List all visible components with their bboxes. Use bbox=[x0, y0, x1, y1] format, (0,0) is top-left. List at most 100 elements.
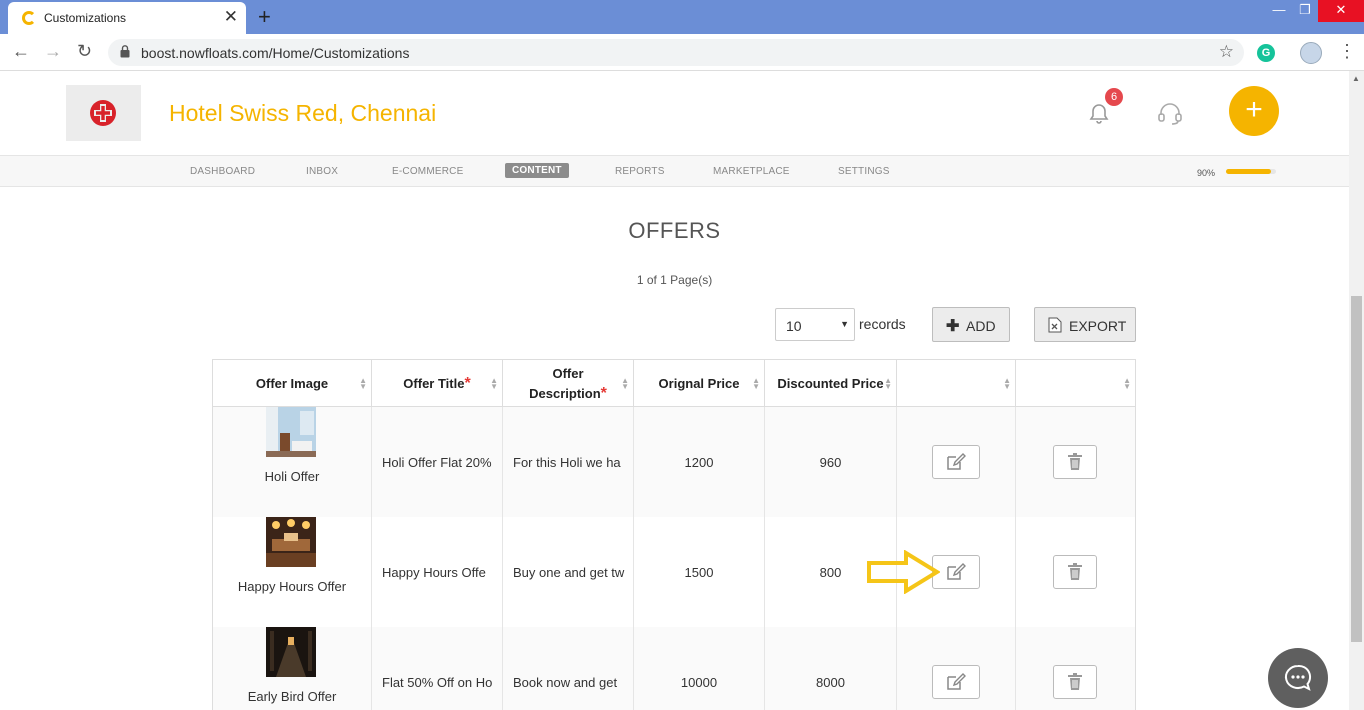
sort-icon: ▲ ▼ bbox=[752, 376, 760, 391]
url-field[interactable]: boost.nowfloats.com/Home/Customizations … bbox=[108, 39, 1244, 66]
browser-tab[interactable]: Customizations ✕ bbox=[8, 2, 246, 34]
trash-icon bbox=[1068, 673, 1082, 690]
page-scrollbar[interactable]: ▲ bbox=[1349, 71, 1364, 710]
bookmark-star-icon[interactable]: ☆ bbox=[1219, 42, 1234, 62]
sort-icon: ▲ ▼ bbox=[1123, 376, 1131, 391]
edit-icon bbox=[947, 563, 966, 580]
original-price-cell: 1500 bbox=[634, 517, 765, 627]
export-button[interactable]: EXPORT bbox=[1034, 307, 1136, 342]
records-per-page-select[interactable]: 10 ▼ bbox=[775, 308, 855, 341]
delete-cell bbox=[1016, 627, 1135, 710]
column-header-label: Orignal Price bbox=[658, 375, 740, 391]
plus-icon: ✚ bbox=[946, 318, 960, 335]
offer-thumbnail[interactable] bbox=[266, 517, 316, 567]
notification-badge: 6 bbox=[1105, 88, 1123, 106]
quick-add-button[interactable]: + bbox=[1229, 86, 1279, 136]
column-header-offer-title[interactable]: Offer Title* ▲ ▼ bbox=[372, 360, 503, 407]
nav-marketplace[interactable]: MARKETPLACE bbox=[713, 166, 790, 177]
original-price: 1500 bbox=[684, 565, 714, 580]
offer-title: Holi Offer Flat 20% bbox=[382, 455, 492, 470]
discounted-price-cell: 8000 bbox=[765, 627, 897, 710]
original-price-cell: 10000 bbox=[634, 627, 765, 710]
offers-table: Offer Image ▲ ▼ Offer Title* ▲ ▼ Offer Des… bbox=[212, 359, 1136, 710]
offer-title-cell: Holi Offer Flat 20% bbox=[372, 407, 503, 517]
offer-thumbnail[interactable] bbox=[266, 627, 316, 677]
scroll-up-icon[interactable]: ▲ bbox=[1352, 74, 1360, 83]
edit-button[interactable] bbox=[932, 445, 980, 479]
offer-image-cell: Holi Offer bbox=[213, 407, 372, 517]
browser-menu-icon[interactable]: ⋮ bbox=[1338, 41, 1356, 62]
nav-dashboard[interactable]: DASHBOARD bbox=[190, 166, 255, 177]
forward-icon[interactable]: → bbox=[44, 41, 62, 62]
column-header-edit[interactable]: ▲ ▼ bbox=[897, 360, 1016, 407]
nav-settings[interactable]: SETTINGS bbox=[838, 166, 890, 177]
delete-button[interactable] bbox=[1053, 445, 1097, 479]
edit-cell bbox=[897, 627, 1016, 710]
back-icon[interactable]: ← bbox=[12, 41, 30, 62]
nav-inbox[interactable]: INBOX bbox=[306, 166, 338, 177]
swiss-cross-logo-icon bbox=[90, 100, 116, 126]
chat-widget-button[interactable] bbox=[1268, 648, 1328, 708]
column-header-original-price[interactable]: Orignal Price ▲ ▼ bbox=[634, 360, 765, 407]
hotel-logo[interactable] bbox=[66, 85, 141, 141]
offer-description: Book now and get bbox=[513, 675, 618, 690]
pagination-info: 1 of 1 Page(s) bbox=[636, 273, 713, 287]
delete-button[interactable] bbox=[1053, 665, 1097, 699]
discounted-price: 960 bbox=[819, 455, 842, 470]
sort-icon: ▲ ▼ bbox=[621, 376, 629, 391]
window-close-icon[interactable]: ✕ bbox=[1318, 0, 1364, 22]
export-button-label: EXPORT bbox=[1069, 318, 1127, 334]
tab-title: Customizations bbox=[44, 11, 127, 25]
table-row: Happy Hours Offer Happy Hours Offe Buy o… bbox=[213, 517, 1135, 627]
new-tab-icon[interactable]: + bbox=[258, 4, 271, 30]
notification-bell-icon[interactable] bbox=[1087, 102, 1111, 126]
offer-title-cell: Happy Hours Offe bbox=[372, 517, 503, 627]
profile-avatar[interactable] bbox=[1300, 42, 1322, 64]
reload-icon[interactable]: ↻ bbox=[77, 41, 92, 62]
nav-reports[interactable]: REPORTS bbox=[615, 166, 665, 177]
restore-icon[interactable]: ❐ bbox=[1290, 0, 1320, 22]
add-offer-button[interactable]: ✚ ADD bbox=[932, 307, 1010, 342]
column-header-discounted-price[interactable]: Discounted Price ▲ ▼ bbox=[765, 360, 897, 407]
nav-content[interactable]: CONTENT bbox=[505, 163, 569, 178]
trash-icon bbox=[1068, 453, 1082, 470]
support-headset-icon[interactable] bbox=[1156, 100, 1184, 128]
profile-progress-fill bbox=[1226, 169, 1271, 174]
column-header-label: Offer Description bbox=[529, 365, 601, 401]
hotel-name: Hotel Swiss Red, Chennai bbox=[169, 100, 437, 126]
offer-description-cell: For this Holi we ha bbox=[503, 407, 634, 517]
delete-button[interactable] bbox=[1053, 555, 1097, 589]
table-header: Offer Image ▲ ▼ Offer Title* ▲ ▼ Offer Des… bbox=[213, 360, 1135, 407]
nav-ecommerce[interactable]: E-COMMERCE bbox=[392, 166, 463, 177]
table-row: Holi Offer Holi Offer Flat 20% For this … bbox=[213, 407, 1135, 517]
scroll-thumb[interactable] bbox=[1351, 296, 1362, 642]
offer-title-cell: Flat 50% Off on Ho bbox=[372, 627, 503, 710]
profile-progress-bar bbox=[1226, 169, 1276, 174]
delete-cell bbox=[1016, 517, 1135, 627]
offer-thumbnail[interactable] bbox=[266, 407, 316, 457]
discounted-price-cell: 960 bbox=[765, 407, 897, 517]
edit-button[interactable] bbox=[932, 665, 980, 699]
offer-title: Happy Hours Offe bbox=[382, 565, 486, 580]
highlight-arrow-icon bbox=[867, 550, 940, 594]
column-header-label: Offer Image bbox=[255, 375, 329, 391]
sort-icon: ▲ ▼ bbox=[490, 376, 498, 391]
offer-description-cell: Buy one and get tw bbox=[503, 517, 634, 627]
offer-image-cell: Happy Hours Offer bbox=[213, 517, 372, 627]
column-header-delete[interactable]: ▲ ▼ bbox=[1016, 360, 1135, 407]
records-label: records bbox=[859, 316, 906, 332]
close-tab-icon[interactable]: ✕ bbox=[224, 7, 238, 27]
offer-description: For this Holi we ha bbox=[513, 455, 621, 470]
add-button-label: ADD bbox=[966, 318, 996, 334]
column-header-offer-description[interactable]: Offer Description* ▲ ▼ bbox=[503, 360, 634, 407]
grammarly-extension-icon[interactable]: G bbox=[1257, 44, 1275, 62]
column-header-offer-image[interactable]: Offer Image ▲ ▼ bbox=[213, 360, 372, 407]
offer-title: Flat 50% Off on Ho bbox=[382, 675, 493, 690]
records-per-page-value: 10 bbox=[786, 318, 802, 334]
page-title: OFFERS bbox=[628, 218, 721, 243]
table-row: Early Bird Offer Flat 50% Off on Ho Book… bbox=[213, 627, 1135, 710]
offer-image-name: Holi Offer bbox=[264, 469, 320, 484]
trash-icon bbox=[1068, 563, 1082, 580]
discounted-price: 8000 bbox=[816, 675, 845, 690]
edit-cell bbox=[897, 407, 1016, 517]
